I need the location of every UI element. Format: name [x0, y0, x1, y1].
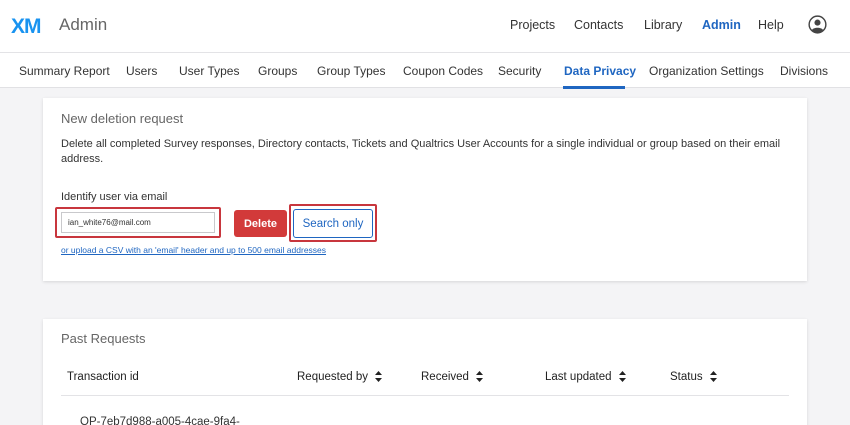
column-header-received[interactable]: Received — [421, 371, 484, 383]
tab-coupon-codes[interactable]: Coupon Codes — [403, 64, 483, 78]
email-field-highlight — [55, 207, 221, 238]
tab-organization-settings[interactable]: Organization Settings — [649, 64, 764, 78]
nav-admin[interactable]: Admin — [702, 18, 741, 32]
sort-icon[interactable] — [709, 371, 717, 383]
search-only-highlight: Search only — [289, 204, 377, 242]
deletion-description: Delete all completed Survey responses, D… — [61, 138, 781, 165]
tab-user-types[interactable]: User Types — [179, 64, 239, 78]
column-header-transaction-id: Transaction id — [67, 371, 139, 383]
upload-csv-link[interactable]: or upload a CSV with an 'email' header a… — [61, 245, 326, 255]
column-label: Last updated — [545, 371, 612, 383]
column-label: Transaction id — [67, 371, 139, 383]
sort-icon[interactable] — [375, 371, 383, 383]
search-only-button[interactable]: Search only — [293, 209, 373, 238]
svg-text:XM: XM — [11, 15, 41, 37]
tab-users[interactable]: Users — [126, 64, 157, 78]
sort-icon[interactable] — [618, 371, 626, 383]
column-header-requested-by[interactable]: Requested by — [297, 371, 383, 383]
tab-security[interactable]: Security — [498, 64, 541, 78]
column-header-status[interactable]: Status — [670, 371, 717, 383]
admin-tabs: Summary Report Users User Types Groups G… — [0, 52, 850, 89]
delete-button[interactable]: Delete — [234, 210, 287, 237]
deletion-card-title: New deletion request — [61, 111, 184, 126]
past-requests-title: Past Requests — [61, 331, 146, 346]
nav-projects[interactable]: Projects — [510, 18, 555, 32]
email-field-label: Identify user via email — [61, 191, 168, 203]
top-header: XM Admin Projects Contacts Library Admin… — [0, 0, 850, 52]
table-header-divider — [61, 395, 789, 396]
nav-contacts[interactable]: Contacts — [574, 18, 623, 32]
tab-data-privacy[interactable]: Data Privacy — [564, 64, 636, 78]
active-tab-indicator — [563, 86, 625, 89]
email-field[interactable] — [61, 212, 215, 233]
tab-summary-report[interactable]: Summary Report — [19, 64, 110, 78]
app-title: Admin — [59, 15, 108, 34]
tab-groups[interactable]: Groups — [258, 64, 297, 78]
deletion-request-card: New deletion request Delete all complete… — [43, 98, 807, 281]
table-row-transaction-id: OP-7eb7d988-a005-4cae-9fa4- — [80, 416, 240, 425]
xm-logo[interactable]: XM — [11, 13, 47, 37]
sort-icon[interactable] — [476, 371, 484, 383]
column-label: Requested by — [297, 371, 368, 383]
nav-library[interactable]: Library — [644, 18, 682, 32]
tab-divisions[interactable]: Divisions — [780, 64, 828, 78]
nav-help[interactable]: Help — [758, 18, 784, 32]
column-label: Received — [421, 371, 469, 383]
user-avatar-icon[interactable] — [808, 15, 827, 34]
tab-group-types[interactable]: Group Types — [317, 64, 385, 78]
column-header-last-updated[interactable]: Last updated — [545, 371, 626, 383]
past-requests-card: Past Requests Transaction id Requested b… — [43, 319, 807, 425]
column-label: Status — [670, 371, 703, 383]
